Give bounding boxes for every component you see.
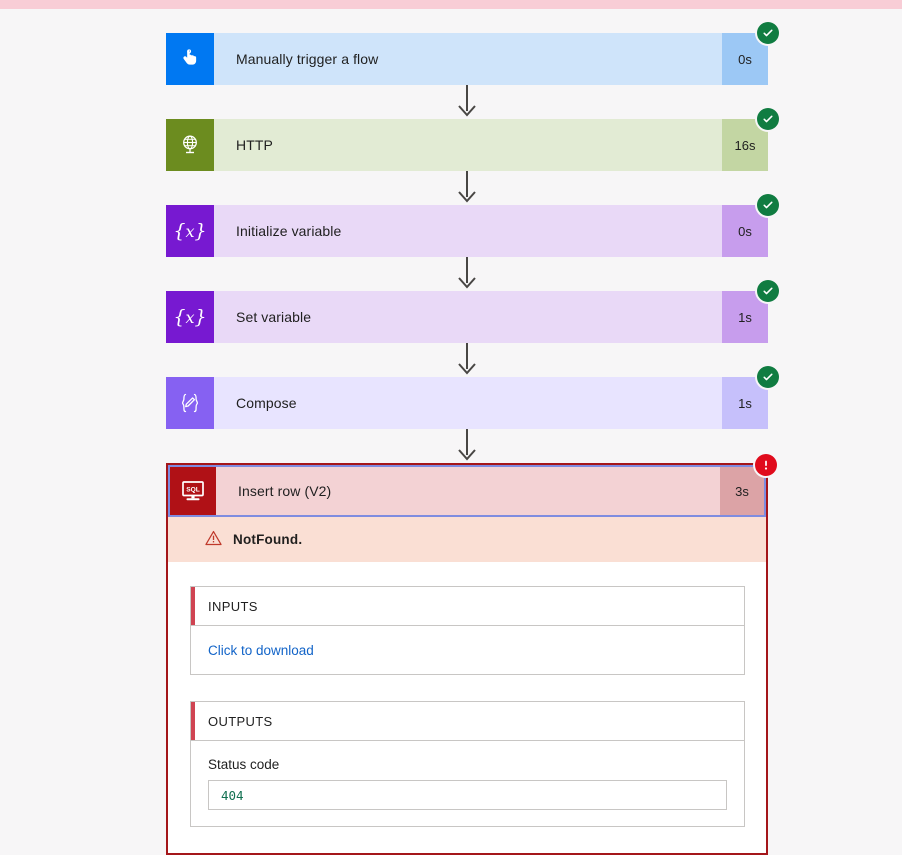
check-circle-icon [757,108,779,130]
flow-step-compose[interactable]: Compose 1s [166,366,779,429]
flow-step-list: Manually trigger a flow 0s HTTP 16s {x} … [166,22,779,855]
inputs-label: INPUTS [208,598,258,614]
error-message-text: NotFound. [233,532,303,547]
variable-braces-icon: {x} [166,205,214,257]
connector-arrow [166,257,768,291]
connector-arrow [166,343,768,377]
flow-step-manually-trigger-a-flow[interactable]: Manually trigger a flow 0s [166,22,779,85]
outputs-panel: OUTPUTS Status code 404 [190,701,745,827]
check-circle-icon [757,280,779,302]
status-code-value: 404 [221,787,244,803]
connector-arrow [166,85,768,119]
step-title: Set variable [236,309,312,325]
outputs-label: OUTPUTS [208,713,273,729]
status-code-field[interactable]: 404 [208,780,727,810]
panel-accent-bar [191,587,195,625]
check-circle-icon [757,22,779,44]
step-row[interactable]: SQL Insert row (V2) 3s [168,454,777,517]
connector-arrow [166,171,768,205]
flow-step-set-variable[interactable]: {x} Set variable 1s [166,280,779,343]
step-title: Insert row (V2) [238,483,332,499]
inputs-panel: INPUTS Click to download [190,586,745,675]
compose-pencil-braces-icon [166,377,214,429]
flow-run-canvas: Manually trigger a flow 0s HTTP 16s {x} … [0,9,902,855]
step-title: Manually trigger a flow [236,51,379,67]
step-row[interactable]: Manually trigger a flow 0s [166,22,779,85]
step-row[interactable]: {x} Initialize variable 0s [166,194,779,257]
failed-step-details: INPUTS Click to download OUTPUTS Status … [168,562,766,827]
step-title: HTTP [236,137,273,153]
inputs-download-link[interactable]: Click to download [208,643,314,658]
tap-hand-icon [166,33,214,85]
globe-icon [166,119,214,171]
error-message-bar: NotFound. [168,517,766,562]
status-code-label: Status code [208,757,280,772]
check-circle-icon [757,366,779,388]
step-row[interactable]: HTTP 16s [166,108,779,171]
outputs-panel-body: Status code 404 [191,741,744,826]
flow-step-initialize-variable[interactable]: {x} Initialize variable 0s [166,194,779,257]
step-title: Initialize variable [236,223,342,239]
top-banner [0,0,902,9]
panel-accent-bar [191,702,195,740]
check-circle-icon [757,194,779,216]
warning-triangle-icon [205,530,222,549]
svg-text:SQL: SQL [186,486,200,493]
flow-step-http[interactable]: HTTP 16s [166,108,779,171]
sql-monitor-icon: SQL [170,467,216,515]
step-duration: 3s [720,467,764,515]
step-row[interactable]: Compose 1s [166,366,779,429]
inputs-panel-header: INPUTS [191,587,744,626]
inputs-panel-body: Click to download [191,626,744,674]
variable-braces-icon: {x} [166,291,214,343]
connector-arrow [166,429,768,463]
outputs-panel-header: OUTPUTS [191,702,744,741]
error-exclamation-icon [755,454,777,476]
flow-step-insert-row-v2[interactable]: SQL Insert row (V2) 3s NotFound. INPUTS … [166,454,777,855]
step-row[interactable]: {x} Set variable 1s [166,280,779,343]
step-title: Compose [236,395,297,411]
